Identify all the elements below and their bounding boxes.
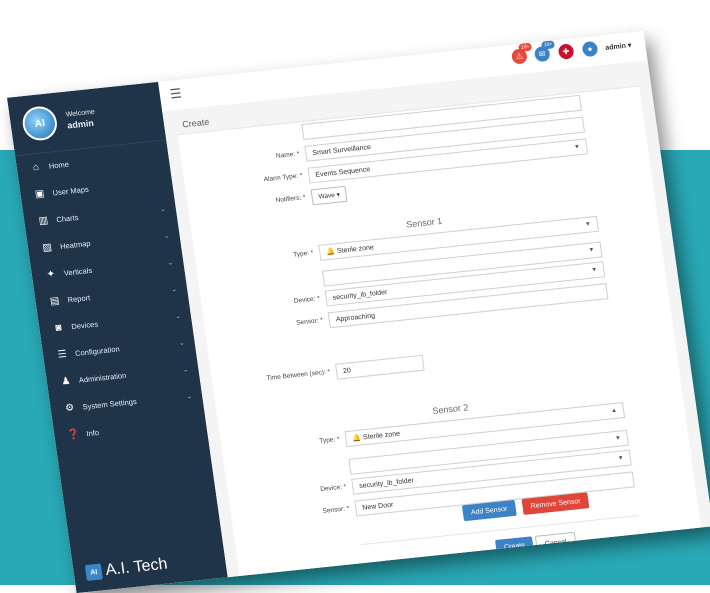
- app-window: AI Welcome admin ⌂ Home ▣ User Maps ▥ Charts ⌄…: [6, 30, 710, 593]
- caret-down-icon: ▼: [590, 266, 598, 274]
- caret-down-icon: ▼: [617, 455, 625, 462]
- chevron-down-icon: ⌄: [174, 312, 182, 320]
- caret-down-icon: ▼: [584, 221, 592, 228]
- sensor2-type-value: Sterile zone: [362, 430, 401, 441]
- page-title: Create: [181, 116, 210, 130]
- user-name: admin: [66, 117, 95, 131]
- sensor2-type-label: Type: *: [318, 435, 341, 445]
- chevron-down-icon: ⌄: [159, 205, 167, 213]
- sensor1-type-label: Type: *: [292, 249, 314, 259]
- sidebar-item-label: Heatmap: [59, 238, 92, 251]
- map-icon: ▣: [34, 188, 46, 201]
- sensor2-device-label: Device: *: [319, 483, 347, 494]
- sensor2-sensor-label: Sensor: *: [322, 505, 350, 515]
- heatmap-icon: ▨: [41, 241, 53, 254]
- notifiers-label: Notifiers: *: [275, 194, 307, 205]
- sidebar-item-label: Devices: [70, 319, 99, 332]
- logo-mark: AI: [84, 563, 103, 582]
- report-icon: ▤: [49, 295, 61, 308]
- sidebar-item-label: Report: [67, 293, 91, 305]
- sensor1-sensor-label: Sensor: *: [295, 316, 324, 327]
- time-between-row: Time Between (sec): * 20: [212, 328, 676, 392]
- sensor2-sensor-value: New Door: [361, 501, 394, 512]
- camera-icon: ◙: [54, 322, 63, 334]
- chevron-down-icon: ⌄: [178, 339, 186, 347]
- caret-down-icon: ▼: [588, 247, 595, 254]
- sidebar-item-label: Info: [85, 427, 100, 439]
- gears-icon: ⚙: [64, 402, 75, 415]
- name-label: Name: *: [275, 150, 300, 160]
- chevron-down-icon: ⌄: [167, 258, 174, 267]
- verticals-icon: ✦: [46, 268, 56, 281]
- sidebar-item-label: System Settings: [82, 396, 138, 412]
- user-info: Welcome admin: [65, 107, 97, 132]
- avatar[interactable]: AI: [20, 104, 60, 143]
- chevron-down-icon: ⌄: [170, 285, 178, 294]
- brand-logo: AI A.I. Tech: [84, 555, 169, 582]
- users-icon: ♟: [60, 375, 72, 388]
- sensor1-device-label: Device: *: [293, 295, 321, 305]
- caret-down-icon: ▼: [614, 435, 622, 443]
- caret-down-icon: ▼: [573, 144, 581, 151]
- form-panel: Name: * Smart Surveillance Alarm Type: *…: [177, 85, 702, 577]
- logo-text: A.I. Tech: [104, 555, 169, 579]
- time-between-label: Time Between (sec): *: [266, 368, 331, 383]
- chevron-down-icon: ⌄: [182, 365, 189, 374]
- home-icon: ⌂: [32, 161, 40, 174]
- sensor2-device-value: security_ib_folder: [358, 476, 415, 490]
- sensor1-sensor-value: Approaching: [335, 311, 376, 324]
- sidebar-item-label: Configuration: [74, 344, 121, 358]
- alert-icon[interactable]: ⚠ 10+: [510, 42, 533, 65]
- language-flag-icon[interactable]: ✚: [556, 42, 576, 61]
- chevron-down-icon: ⌄: [185, 392, 193, 401]
- main-content: Create Name: * Smart Surveillance Alarm …: [162, 60, 710, 578]
- chat-badge: 10+: [541, 40, 555, 50]
- sidebar-item-label: Home: [48, 159, 70, 171]
- alert-badge: 10+: [518, 42, 533, 52]
- alarm-type-label: Alarm Type: *: [263, 172, 303, 184]
- menu-toggle-icon[interactable]: ☰: [169, 86, 185, 102]
- sensor1-type-value: Sterile zone: [336, 243, 375, 255]
- sidebar-item-label: Administration: [78, 370, 127, 385]
- info-icon: ❓: [66, 429, 81, 442]
- configuration-icon: ☰: [57, 348, 68, 361]
- sensor1-device-value: security_ib_folder: [332, 288, 388, 302]
- notifiers-dropdown[interactable]: Wave ▾: [310, 185, 348, 206]
- chart-icon: ▥: [37, 215, 49, 228]
- admin-menu[interactable]: admin ▾: [605, 41, 632, 52]
- sidebar-item-label: User Maps: [51, 184, 90, 198]
- chevron-down-icon: ⌄: [163, 232, 171, 240]
- sidebar-item-label: Verticals: [63, 265, 93, 278]
- chat-icon[interactable]: ✉ 10+: [533, 40, 555, 63]
- caret-up-icon: ▲: [610, 407, 618, 415]
- user-avatar-icon[interactable]: ●: [581, 40, 599, 58]
- sidebar-item-label: Charts: [55, 212, 79, 225]
- alarm-type-value: Events Sequence: [315, 165, 371, 179]
- time-between-input[interactable]: 20: [334, 354, 425, 380]
